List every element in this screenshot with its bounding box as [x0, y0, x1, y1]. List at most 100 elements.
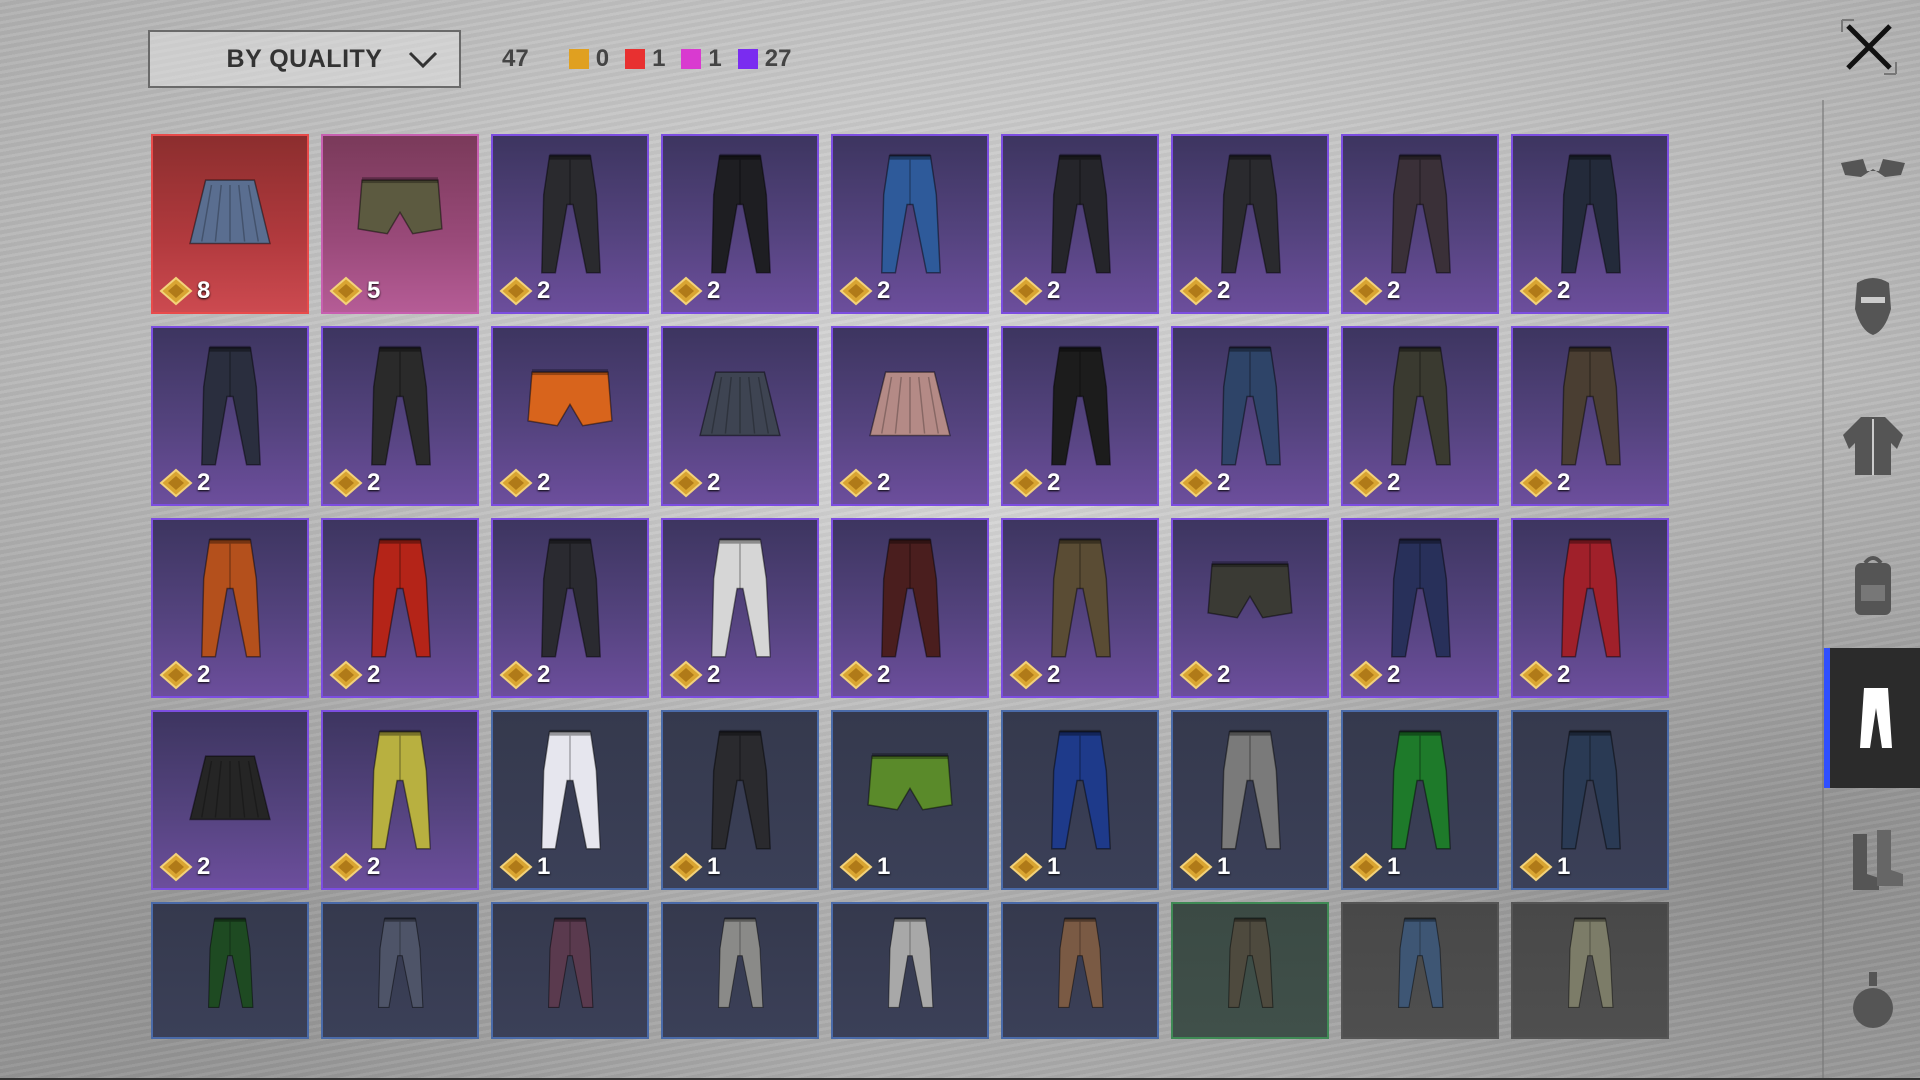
item-tile[interactable]: 2 [321, 518, 479, 698]
item-tile[interactable]: 2 [491, 326, 649, 506]
sidebar-item-pants[interactable] [1824, 648, 1920, 788]
sidebar-item-grenade[interactable] [1824, 930, 1920, 1070]
upgrade-badge-icon [1009, 276, 1043, 306]
item-count-badge: 1 [1519, 852, 1570, 882]
pants-icon [1860, 688, 1892, 748]
item-tile[interactable]: 2 [661, 326, 819, 506]
item-tile[interactable] [151, 902, 309, 1039]
sidebar-item-goggles[interactable] [1824, 95, 1920, 235]
chevron-down-icon [408, 51, 438, 69]
upgrade-badge-icon [1519, 660, 1553, 690]
mythic-swatch [625, 49, 646, 69]
item-count-badge: 2 [669, 660, 720, 690]
item-tile[interactable]: 2 [1001, 518, 1159, 698]
item-tile[interactable]: 1 [491, 710, 649, 890]
item-tile[interactable]: 2 [321, 326, 479, 506]
item-count: 1 [537, 853, 551, 880]
category-sidebar [1822, 100, 1920, 1080]
item-tile[interactable]: 2 [151, 518, 309, 698]
item-tile[interactable]: 2 [1511, 326, 1669, 506]
item-tile[interactable]: 1 [831, 710, 989, 890]
upgrade-badge-icon [1179, 660, 1213, 690]
item-count: 2 [1557, 469, 1571, 496]
item-tile[interactable]: 1 [1171, 710, 1329, 890]
item-tile[interactable] [1171, 902, 1329, 1039]
quality-counts: 47 0 1 1 27 [502, 42, 807, 76]
item-count-badge: 2 [159, 852, 210, 882]
item-tile[interactable]: 1 [661, 710, 819, 890]
item-tile[interactable]: 2 [1511, 518, 1669, 698]
item-count: 8 [197, 277, 211, 304]
legendary-count: 0 [595, 45, 610, 72]
sidebar-item-boots[interactable] [1824, 790, 1920, 930]
item-tile[interactable]: 1 [1001, 710, 1159, 890]
item-tile[interactable] [1511, 902, 1669, 1039]
item-tile[interactable]: 2 [831, 518, 989, 698]
sidebar-item-mask[interactable] [1824, 235, 1920, 375]
item-tile[interactable]: 2 [1341, 134, 1499, 314]
item-count: 2 [367, 661, 381, 688]
item-count-badge: 2 [839, 276, 890, 306]
item-tile[interactable]: 2 [661, 518, 819, 698]
item-tile[interactable]: 2 [1341, 518, 1499, 698]
item-count-badge: 1 [499, 852, 550, 882]
item-tile[interactable]: 2 [1171, 518, 1329, 698]
total-count: 47 [502, 45, 529, 72]
upgrade-badge-icon [159, 660, 193, 690]
item-count-badge: 2 [669, 468, 720, 498]
item-tile[interactable]: 2 [1341, 326, 1499, 506]
upgrade-badge-icon [839, 660, 873, 690]
close-icon[interactable] [1838, 16, 1900, 78]
item-count-badge: 1 [839, 852, 890, 882]
item-tile[interactable] [1001, 902, 1159, 1039]
upgrade-badge-icon [1519, 276, 1553, 306]
item-tile[interactable] [831, 902, 989, 1039]
item-tile[interactable] [491, 902, 649, 1039]
item-count: 2 [1387, 469, 1401, 496]
grenade-icon [1853, 972, 1893, 1028]
item-tile[interactable] [321, 902, 479, 1039]
item-tile[interactable] [1341, 902, 1499, 1039]
item-count: 1 [1557, 853, 1571, 880]
item-tile[interactable]: 2 [491, 518, 649, 698]
sidebar-item-backpack[interactable] [1824, 515, 1920, 655]
item-tile[interactable]: 2 [1511, 134, 1669, 314]
item-tile[interactable]: 2 [1001, 134, 1159, 314]
item-count-badge: 2 [159, 468, 210, 498]
item-tile[interactable]: 2 [151, 710, 309, 890]
item-tile[interactable]: 2 [661, 134, 819, 314]
item-tile[interactable]: 5 [321, 134, 479, 314]
item-tile[interactable] [661, 902, 819, 1039]
item-grid: 8 5 2 2 2 2 2 2 2 2 2 2 2 2 2 2 2 2 2 2 … [151, 134, 1669, 1039]
item-count: 2 [197, 853, 211, 880]
item-count-badge: 2 [1179, 276, 1230, 306]
sort-dropdown[interactable]: BY QUALITY [148, 30, 461, 88]
item-tile[interactable]: 2 [1171, 326, 1329, 506]
item-tile[interactable]: 1 [1341, 710, 1499, 890]
upgrade-badge-icon [669, 276, 703, 306]
item-tile[interactable]: 2 [491, 134, 649, 314]
item-count-badge: 1 [669, 852, 720, 882]
item-tile[interactable]: 2 [321, 710, 479, 890]
item-tile[interactable]: 2 [1001, 326, 1159, 506]
upgrade-badge-icon [159, 276, 193, 306]
item-tile[interactable]: 2 [151, 326, 309, 506]
goggles-icon [1841, 159, 1905, 177]
item-count: 2 [1387, 661, 1401, 688]
item-tile[interactable]: 2 [1171, 134, 1329, 314]
item-tile[interactable]: 8 [151, 134, 309, 314]
item-count: 2 [707, 277, 721, 304]
upgrade-badge-icon [1179, 852, 1213, 882]
item-count: 2 [1047, 469, 1061, 496]
item-tile[interactable]: 2 [831, 134, 989, 314]
sidebar-item-jacket[interactable] [1824, 375, 1920, 515]
upgrade-badge-icon [1009, 660, 1043, 690]
upgrade-badge-icon [329, 660, 363, 690]
item-count-badge: 2 [329, 660, 380, 690]
backpack-icon [1855, 556, 1891, 615]
item-count-badge: 1 [1009, 852, 1060, 882]
item-tile[interactable]: 1 [1511, 710, 1669, 890]
boots-icon [1853, 830, 1903, 890]
item-count: 5 [367, 277, 381, 304]
item-tile[interactable]: 2 [831, 326, 989, 506]
